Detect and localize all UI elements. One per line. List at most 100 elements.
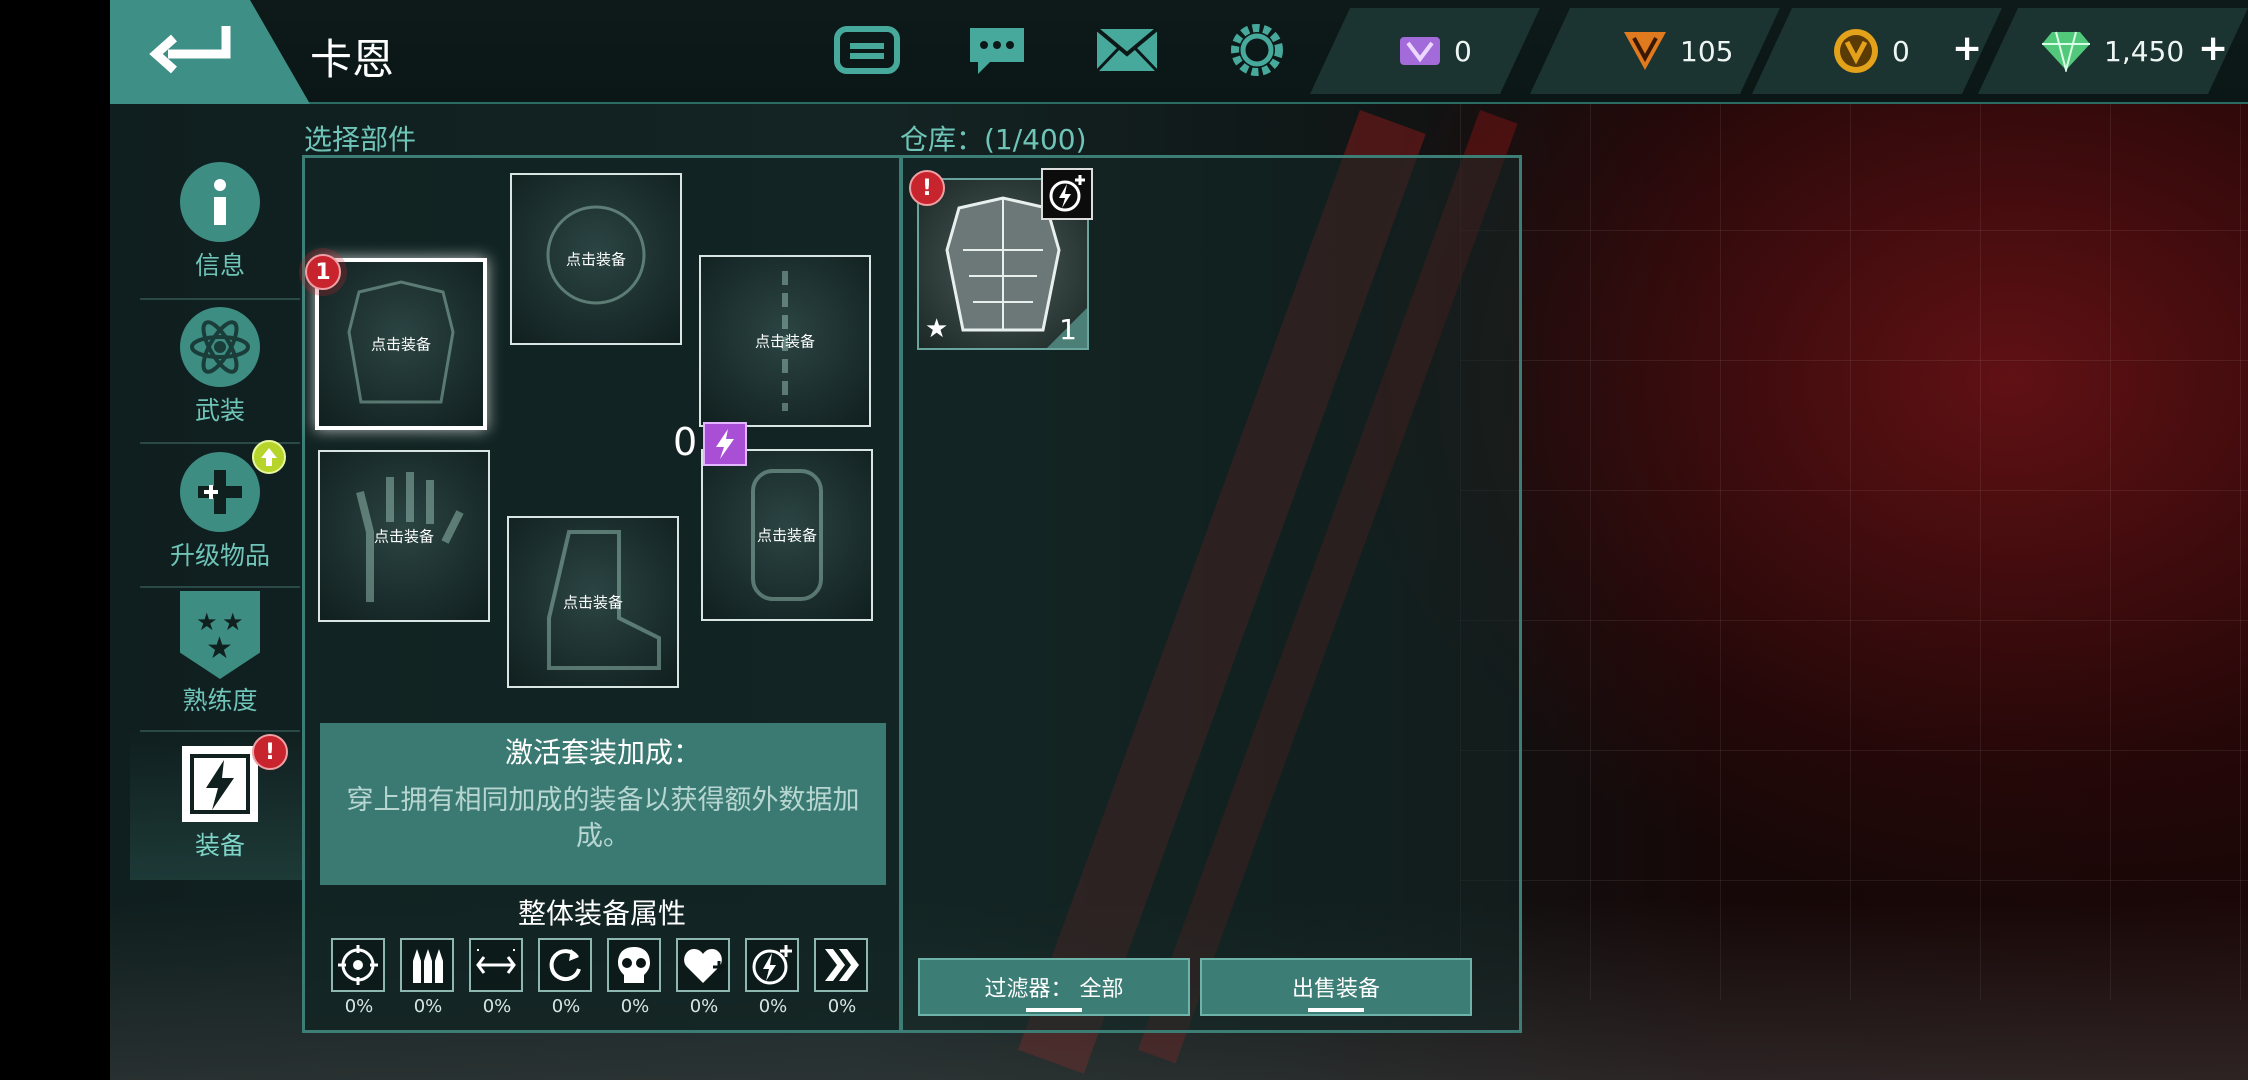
slot-back[interactable]: 点击装备	[699, 255, 871, 427]
nav-label: 装备	[194, 831, 245, 860]
info-icon	[180, 162, 260, 242]
currency-value: 1,450	[2104, 34, 2185, 68]
v-token-icon	[1622, 30, 1668, 72]
item-star-icon: ★	[925, 314, 949, 344]
button-underline	[1026, 1008, 1082, 1012]
game-screen: 卡恩 0 105 0 + 1,450 + 信息 武装 升级物品 ★ ★ ★ 熟练…	[110, 0, 2248, 1080]
parts-panel: 1 点击装备 点击装备 点击装备 点击装备 点击装备 点击装备 0 激活套装加成	[302, 155, 902, 1033]
attribute-ammo: 0%	[400, 938, 456, 1018]
character-name: 卡恩	[310, 35, 395, 84]
attribute-value: 0%	[758, 996, 788, 1017]
warehouse-title: 仓库：(1/400)	[900, 123, 1087, 156]
energy-count: 0	[673, 420, 698, 464]
left-nav: 信息 武装 升级物品 ★ ★ ★ 熟练度 ! 装备	[130, 150, 310, 950]
energy-bolt-plus-icon	[745, 938, 799, 992]
slot-alert-badge: 1	[305, 254, 341, 290]
currency-vip-ticket[interactable]: 0	[1310, 8, 1540, 94]
slot-chest[interactable]: 1 点击装备	[305, 254, 487, 430]
gear-lightning-icon	[182, 746, 258, 822]
gem-icon	[2040, 30, 2092, 72]
ammo-bullets-icon	[400, 938, 454, 992]
warehouse-panel: ! ★ 1 过滤器： 全部 出售装备	[900, 155, 1522, 1033]
currency-value: 0	[1454, 34, 1472, 68]
accuracy-crosshair-icon	[331, 938, 385, 992]
attribute-value: 0%	[620, 996, 650, 1017]
slot-label: 点击装备	[373, 527, 434, 546]
slot-label: 点击装备	[370, 335, 431, 354]
nav-item-proficiency[interactable]: ★ ★ ★ 熟练度	[130, 585, 310, 730]
attribute-range: 0%	[469, 938, 525, 1018]
attributes-title: 整体装备属性	[517, 897, 686, 930]
slot-label: 点击装备	[565, 250, 626, 269]
top-bar: 卡恩 0 105 0 + 1,450 +	[110, 0, 2248, 104]
warehouse-item-chest-armor[interactable]: ! ★ 1	[909, 168, 1093, 350]
attribute-value: 0%	[482, 996, 512, 1017]
set-bonus-title: 激活套装加成：	[504, 736, 701, 769]
attribute-speed: 0%	[814, 938, 870, 1018]
chat-icon[interactable]	[962, 20, 1032, 80]
upgrade-available-icon	[252, 440, 286, 474]
slot-label: 点击装备	[756, 526, 817, 545]
attribute-value: 0%	[689, 996, 719, 1017]
attribute-value: 0%	[413, 996, 443, 1017]
sell-button-label: 出售装备	[1291, 977, 1380, 1002]
atom-icon	[180, 307, 260, 387]
currency-v-token[interactable]: 105	[1530, 8, 1780, 94]
slot-label: 点击装备	[562, 593, 623, 612]
parts-section-title: 选择部件	[304, 123, 417, 156]
settings-gear-icon[interactable]	[1222, 20, 1292, 80]
attribute-value: 0%	[551, 996, 581, 1017]
vip-ticket-icon	[1398, 33, 1442, 69]
speed-chevrons-icon	[814, 938, 868, 992]
nav-label: 熟练度	[182, 686, 258, 715]
slot-helmet[interactable]: 点击装备	[510, 173, 682, 345]
currency-v-coin[interactable]: 0 +	[1752, 8, 2002, 94]
nav-label: 武装	[194, 396, 245, 425]
filter-button-label: 过滤器： 全部	[984, 977, 1124, 1002]
v-coin-icon	[1832, 27, 1880, 75]
range-arrows-icon	[469, 938, 523, 992]
set-bonus-description: 穿上拥有相同加成的装备以获得额外数据加成。	[346, 785, 860, 852]
nav-item-arsenal[interactable]: 武装	[130, 295, 310, 440]
nav-item-info[interactable]: 信息	[130, 150, 310, 295]
back-button[interactable]	[110, 0, 310, 104]
mail-icon[interactable]	[1092, 20, 1162, 80]
item-alert-badge: !	[909, 170, 945, 206]
attribute-value: 0%	[827, 996, 857, 1017]
slot-knee-pads[interactable]: 点击装备	[701, 449, 873, 621]
button-underline	[1308, 1008, 1364, 1012]
attribute-accuracy: 0%	[331, 938, 387, 1018]
currency-value: 0	[1892, 34, 1910, 68]
energy-bolt-icon	[703, 422, 747, 466]
sell-equipment-button[interactable]: 出售装备	[1200, 958, 1472, 1016]
slot-gloves[interactable]: 点击装备	[318, 450, 490, 622]
item-quantity: 1	[1059, 313, 1077, 346]
attribute-damage: 0%	[607, 938, 663, 1018]
reload-cycle-icon	[538, 938, 592, 992]
filter-button[interactable]: 过滤器： 全部	[918, 958, 1190, 1016]
energy-upgrade-icon	[1041, 168, 1093, 220]
svg-text:★: ★	[206, 631, 233, 666]
slot-label: 点击装备	[754, 332, 815, 351]
slot-boots[interactable]: 点击装备	[507, 516, 679, 688]
gamepad-upgrade-icon	[180, 452, 260, 532]
attribute-value: 0%	[344, 996, 374, 1017]
background-grid	[1460, 100, 2248, 1000]
add-currency-button[interactable]: +	[1952, 28, 1982, 69]
stars-shield-icon: ★ ★ ★	[180, 591, 260, 679]
equipment-alert-badge: !	[252, 734, 288, 770]
attribute-reload: 0%	[538, 938, 594, 1018]
gameloft-icon[interactable]	[832, 20, 902, 80]
nav-item-equipment[interactable]: ! 装备	[130, 730, 310, 880]
health-heart-plus-icon	[676, 938, 730, 992]
add-gems-button[interactable]: +	[2198, 28, 2228, 69]
attribute-energy: 0%	[745, 938, 801, 1018]
back-arrow-icon	[149, 26, 231, 74]
currency-value: 105	[1680, 34, 1734, 68]
attribute-health: 0%	[676, 938, 732, 1018]
set-bonus-box: 激活套装加成： 穿上拥有相同加成的装备以获得额外数据加成。	[320, 723, 886, 885]
nav-item-upgrade[interactable]: 升级物品	[130, 440, 310, 585]
damage-skull-icon	[607, 938, 661, 992]
currency-gems[interactable]: 1,450 +	[1978, 8, 2248, 94]
nav-label: 信息	[194, 251, 245, 280]
